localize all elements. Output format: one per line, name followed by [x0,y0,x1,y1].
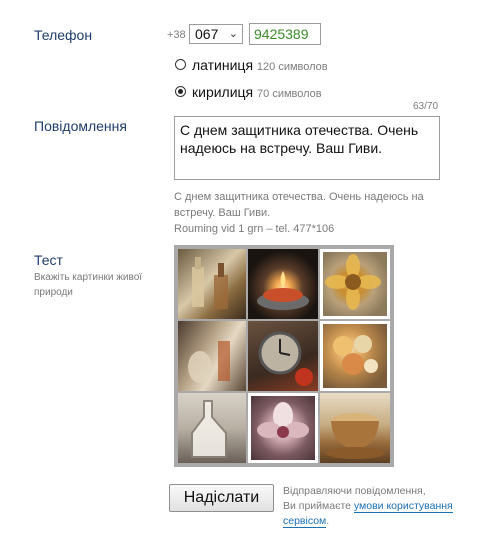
captcha-tile-flowers-2[interactable] [320,321,390,391]
phone-number-input[interactable]: 9425389 [249,23,321,45]
submit-button[interactable]: Надіслати [169,484,274,512]
orchid-picture [257,402,309,438]
cyrillic-limit: 70 символов [257,88,322,100]
captcha-label: Тест [34,252,63,268]
country-code: +38 [167,29,186,41]
latin-limit: 120 символов [256,61,328,73]
candle-picture [257,271,309,310]
terms-notice-prefix: Ви приймаєте [283,500,354,512]
clock-picture [258,331,313,386]
phone-label: Телефон [34,27,93,43]
captcha-tile-orchid[interactable] [248,393,318,463]
message-textarea[interactable]: С днем защитника отечества. Очень надеюс… [174,116,440,180]
message-preview-footer: Rouming vid 1 grn – tel. 477*106 [174,223,335,235]
bottles-picture [192,257,228,309]
cup-picture [325,413,385,459]
captcha-tile-clock[interactable] [248,321,318,391]
vases-picture [188,341,230,383]
flower-picture [325,254,381,310]
captcha-tile-cup[interactable] [320,393,390,463]
operator-code-select[interactable]: 067 ⌄ [189,24,243,44]
terms-notice-suffix: . [326,515,330,527]
bouquet-picture [333,335,378,375]
captcha-tile-candle[interactable] [248,249,318,319]
terms-notice-line1: Відправляючи повідомлення, [283,485,426,497]
terms-notice: Відправляючи повідомлення, Ви приймаєте … [283,484,453,529]
chevron-down-icon: ⌄ [228,28,238,40]
captcha-tile-glass[interactable] [178,393,246,463]
message-label: Повідомлення [34,118,127,134]
captcha-hint: Вкажіть картинки живої природи [34,272,143,298]
message-preview: С днем защитника отечества. Очень надеюс… [174,191,424,219]
captcha-tile-flower-1[interactable] [320,249,390,319]
captcha-image-grid [174,245,394,467]
cyrillic-radio-label[interactable]: кирилиця [192,84,253,100]
cyrillic-radio[interactable] [175,86,186,97]
operator-code-value: 067 [195,26,219,42]
char-counter: 63/70 [413,101,439,112]
latin-radio[interactable] [175,59,186,70]
captcha-tile-bottles-1[interactable] [178,249,246,319]
captcha-tile-bottles-2[interactable] [178,321,246,391]
latin-radio-label[interactable]: латиниця [192,57,253,73]
glass-bottle-picture [191,400,227,458]
